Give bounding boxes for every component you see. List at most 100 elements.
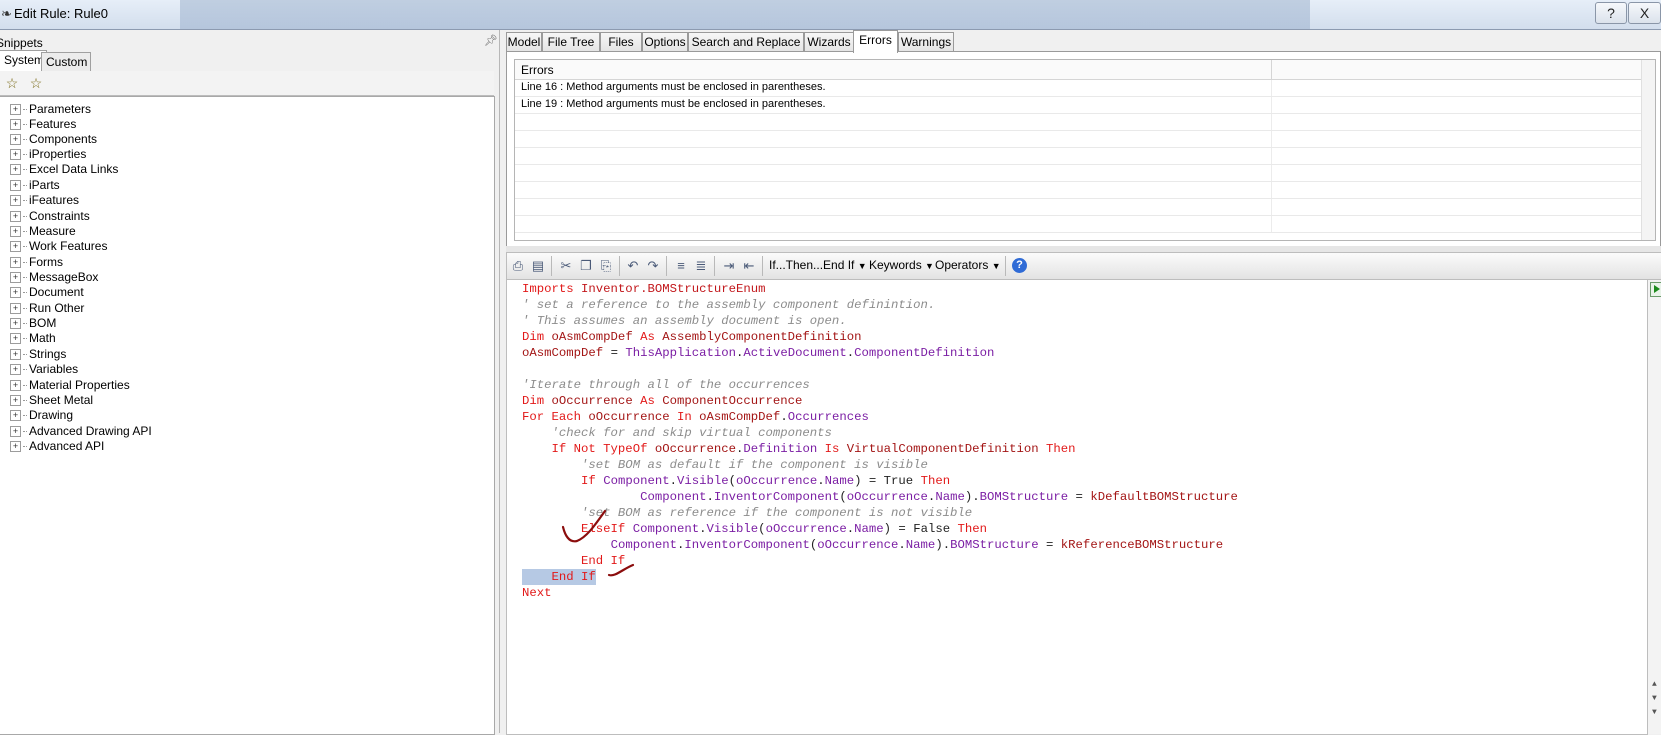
expand-icon[interactable]: +: [10, 149, 21, 161]
indent-icon[interactable]: ⇥: [720, 257, 738, 275]
tree-item-forms[interactable]: + Forms: [10, 254, 63, 270]
close-button[interactable]: X: [1628, 2, 1661, 24]
redo-icon[interactable]: ↷: [644, 257, 662, 275]
expand-icon[interactable]: +: [10, 426, 21, 438]
tree-item-components[interactable]: + Components: [10, 131, 97, 147]
scroll-down-icon[interactable]: ▼: [1652, 694, 1657, 703]
expand-icon[interactable]: +: [10, 180, 21, 192]
tree-item-features[interactable]: + Features: [10, 116, 76, 132]
tab-warnings[interactable]: Warnings: [898, 32, 954, 52]
tree-item-advanced-api[interactable]: + Advanced API: [10, 438, 104, 454]
tree-item-iproperties[interactable]: + iProperties: [10, 146, 86, 162]
tree-item-work-features[interactable]: + Work Features: [10, 238, 107, 254]
expand-icon[interactable]: +: [10, 287, 21, 299]
ifthen-dropdown[interactable]: If...Then...End If ▼: [769, 258, 867, 272]
code-line: 'check for and skip virtual components: [522, 426, 832, 440]
tree-item-iparts[interactable]: + iParts: [10, 177, 60, 193]
snippets-panel: Snippets 📌︎ System Custom ☆ ☆ + Parameter…: [0, 30, 500, 735]
empty-row: [515, 165, 1655, 182]
tree-item-variables[interactable]: + Variables: [10, 361, 78, 377]
tab-file-tree[interactable]: File Tree: [542, 32, 600, 52]
operators-dropdown[interactable]: Operators ▼: [935, 258, 1001, 272]
outdent-icon[interactable]: ⇤: [740, 257, 758, 275]
tab-wizards[interactable]: Wizards: [804, 32, 854, 52]
tree-item-drawing[interactable]: + Drawing: [10, 407, 73, 423]
expand-icon[interactable]: +: [10, 257, 21, 269]
tree-item-parameters[interactable]: + Parameters: [10, 101, 91, 117]
tab-system[interactable]: System: [0, 50, 47, 72]
paste-icon[interactable]: ⎘: [597, 257, 615, 275]
scroll-down-icon[interactable]: ▼: [1652, 708, 1657, 717]
expand-icon[interactable]: +: [10, 380, 21, 392]
tree-item-sheet-metal[interactable]: + Sheet Metal: [10, 392, 93, 408]
expand-icon[interactable]: +: [10, 303, 21, 315]
tree-item-excel-data-links[interactable]: + Excel Data Links: [10, 161, 118, 177]
pin-icon[interactable]: 📌︎: [484, 34, 498, 47]
tree-item-messagebox[interactable]: + MessageBox: [10, 269, 98, 285]
code-line: 'set BOM as reference if the component i…: [522, 506, 973, 520]
print-icon[interactable]: ⎙: [509, 257, 527, 275]
expand-icon[interactable]: +: [10, 364, 21, 376]
comment-lines-icon[interactable]: ≡: [672, 257, 690, 275]
expand-icon[interactable]: +: [10, 349, 21, 361]
expand-icon[interactable]: +: [10, 241, 21, 253]
errors-list: Errors Line 16 : Method arguments must b…: [514, 59, 1656, 241]
tab-files[interactable]: Files: [600, 32, 642, 52]
errors-scrollbar[interactable]: [1641, 60, 1655, 240]
help-window-button[interactable]: ?: [1595, 2, 1627, 24]
uncomment-lines-icon[interactable]: ≣: [692, 257, 710, 275]
expand-icon[interactable]: +: [10, 164, 21, 176]
errors-column-header[interactable]: Errors: [521, 63, 554, 77]
tab-errors[interactable]: Errors: [853, 30, 898, 53]
tree-item-document[interactable]: + Document: [10, 284, 84, 300]
code-line: ElseIf Component.Visible(oOccurrence.Nam…: [522, 522, 987, 536]
expand-icon[interactable]: +: [10, 134, 21, 146]
tree-item-math[interactable]: + Math: [10, 330, 56, 346]
expand-icon[interactable]: +: [10, 195, 21, 207]
tree-item-ifeatures[interactable]: + iFeatures: [10, 192, 79, 208]
tree-item-material-properties[interactable]: + Material Properties: [10, 377, 130, 393]
expand-icon[interactable]: +: [10, 441, 21, 453]
tree-item-measure[interactable]: + Measure: [10, 223, 76, 239]
run-icon[interactable]: [1650, 282, 1661, 297]
expand-icon[interactable]: +: [10, 226, 21, 238]
error-row[interactable]: Line 16 : Method arguments must be enclo…: [515, 80, 1655, 97]
title-bar: ❧ Edit Rule: Rule0 ? X: [0, 0, 1661, 30]
tab-model[interactable]: Model: [506, 32, 542, 52]
empty-row: [515, 199, 1655, 216]
tree-item-bom[interactable]: + BOM: [10, 315, 56, 331]
window-title: Edit Rule: Rule0: [14, 6, 108, 21]
error-row[interactable]: Line 19 : Method arguments must be enclo…: [515, 97, 1655, 114]
expand-icon[interactable]: +: [10, 410, 21, 422]
code-line: ' set a reference to the assembly compon…: [522, 298, 936, 312]
expand-icon[interactable]: +: [10, 211, 21, 223]
code-editor[interactable]: Imports Inventor.BOMStructureEnum ' set …: [506, 279, 1661, 735]
tree-item-constraints[interactable]: + Constraints: [10, 208, 90, 224]
add-snippet-star-icon[interactable]: ☆: [4, 75, 20, 91]
expand-icon[interactable]: +: [10, 104, 21, 116]
edit-snippet-star-icon[interactable]: ☆: [28, 75, 44, 91]
tab-custom[interactable]: Custom: [41, 52, 91, 71]
tree-item-strings[interactable]: + Strings: [10, 346, 66, 362]
code-line: Dim oOccurrence As ComponentOccurrence: [522, 394, 803, 408]
code-line: 'set BOM as default if the component is …: [522, 458, 928, 472]
undo-icon[interactable]: ↶: [624, 257, 642, 275]
expand-icon[interactable]: +: [10, 272, 21, 284]
tab-search-and-replace[interactable]: Search and Replace: [688, 32, 804, 52]
expand-icon[interactable]: +: [10, 333, 21, 345]
keywords-dropdown[interactable]: Keywords ▼: [869, 258, 934, 272]
print-preview-icon[interactable]: ▤: [529, 257, 547, 275]
cut-icon[interactable]: ✂: [557, 257, 575, 275]
tab-options[interactable]: Options: [642, 32, 688, 52]
help-icon[interactable]: ?: [1012, 258, 1027, 273]
expand-icon[interactable]: +: [10, 395, 21, 407]
expand-icon[interactable]: +: [10, 119, 21, 131]
code-line: oAsmCompDef = ThisApplication.ActiveDocu…: [522, 346, 995, 360]
tree-item-advanced-drawing-api[interactable]: + Advanced Drawing API: [10, 423, 152, 439]
code-scrollbar[interactable]: ▲ ▼ ▼: [1648, 280, 1661, 734]
copy-icon[interactable]: ❐: [577, 257, 595, 275]
expand-icon[interactable]: +: [10, 318, 21, 330]
tree-item-run-other[interactable]: + Run Other: [10, 300, 84, 316]
scroll-up-icon[interactable]: ▲: [1652, 680, 1657, 689]
code-line: Component.InventorComponent(oOccurrence.…: [640, 490, 1238, 504]
